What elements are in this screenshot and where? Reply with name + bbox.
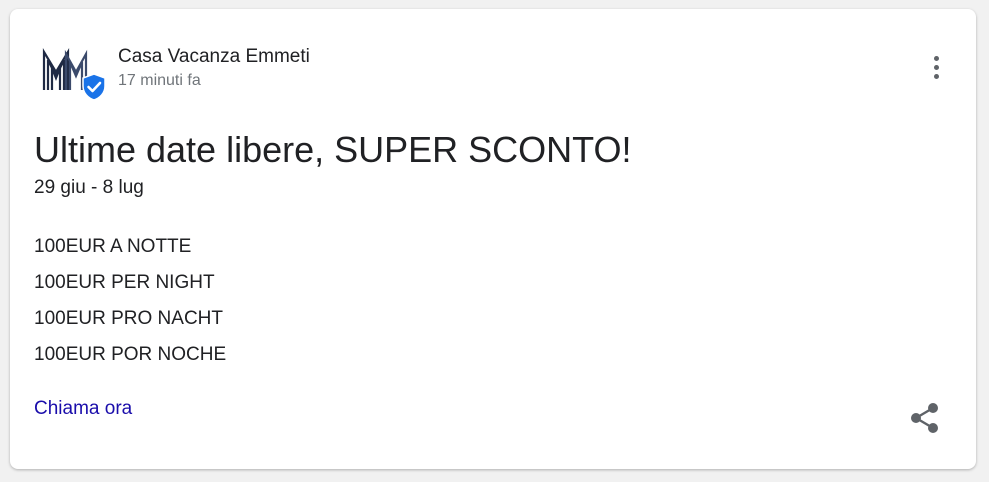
post-body-line: 100EUR A NOTTE [34, 236, 192, 257]
post-card: Casa Vacanza Emmeti 17 minuti fa Ultime … [10, 9, 976, 469]
share-icon[interactable] [908, 401, 942, 435]
more-vert-icon [933, 55, 939, 61]
post-title: Ultime date libere, SUPER SCONTO! [34, 129, 632, 170]
poster-info: Casa Vacanza Emmeti 17 minuti fa [118, 45, 310, 91]
poster-name[interactable]: Casa Vacanza Emmeti [118, 45, 310, 69]
post-body-line: 100EUR POR NOCHE [34, 344, 227, 365]
business-logo[interactable] [40, 45, 106, 101]
post-body-line: 100EUR PER NIGHT [34, 272, 215, 293]
post-body: 100EUR A NOTTE 100EUR PER NIGHT 100EUR P… [34, 229, 226, 373]
post-body-line: 100EUR PRO NACHT [34, 308, 223, 329]
post-header: Casa Vacanza Emmeti 17 minuti fa [40, 45, 310, 101]
call-now-link[interactable]: Chiama ora [34, 397, 132, 421]
post-date-range: 29 giu - 8 lug [34, 177, 144, 198]
verified-badge-icon [82, 73, 106, 101]
more-options-button[interactable] [924, 47, 948, 87]
post-timestamp: 17 minuti fa [118, 72, 201, 89]
